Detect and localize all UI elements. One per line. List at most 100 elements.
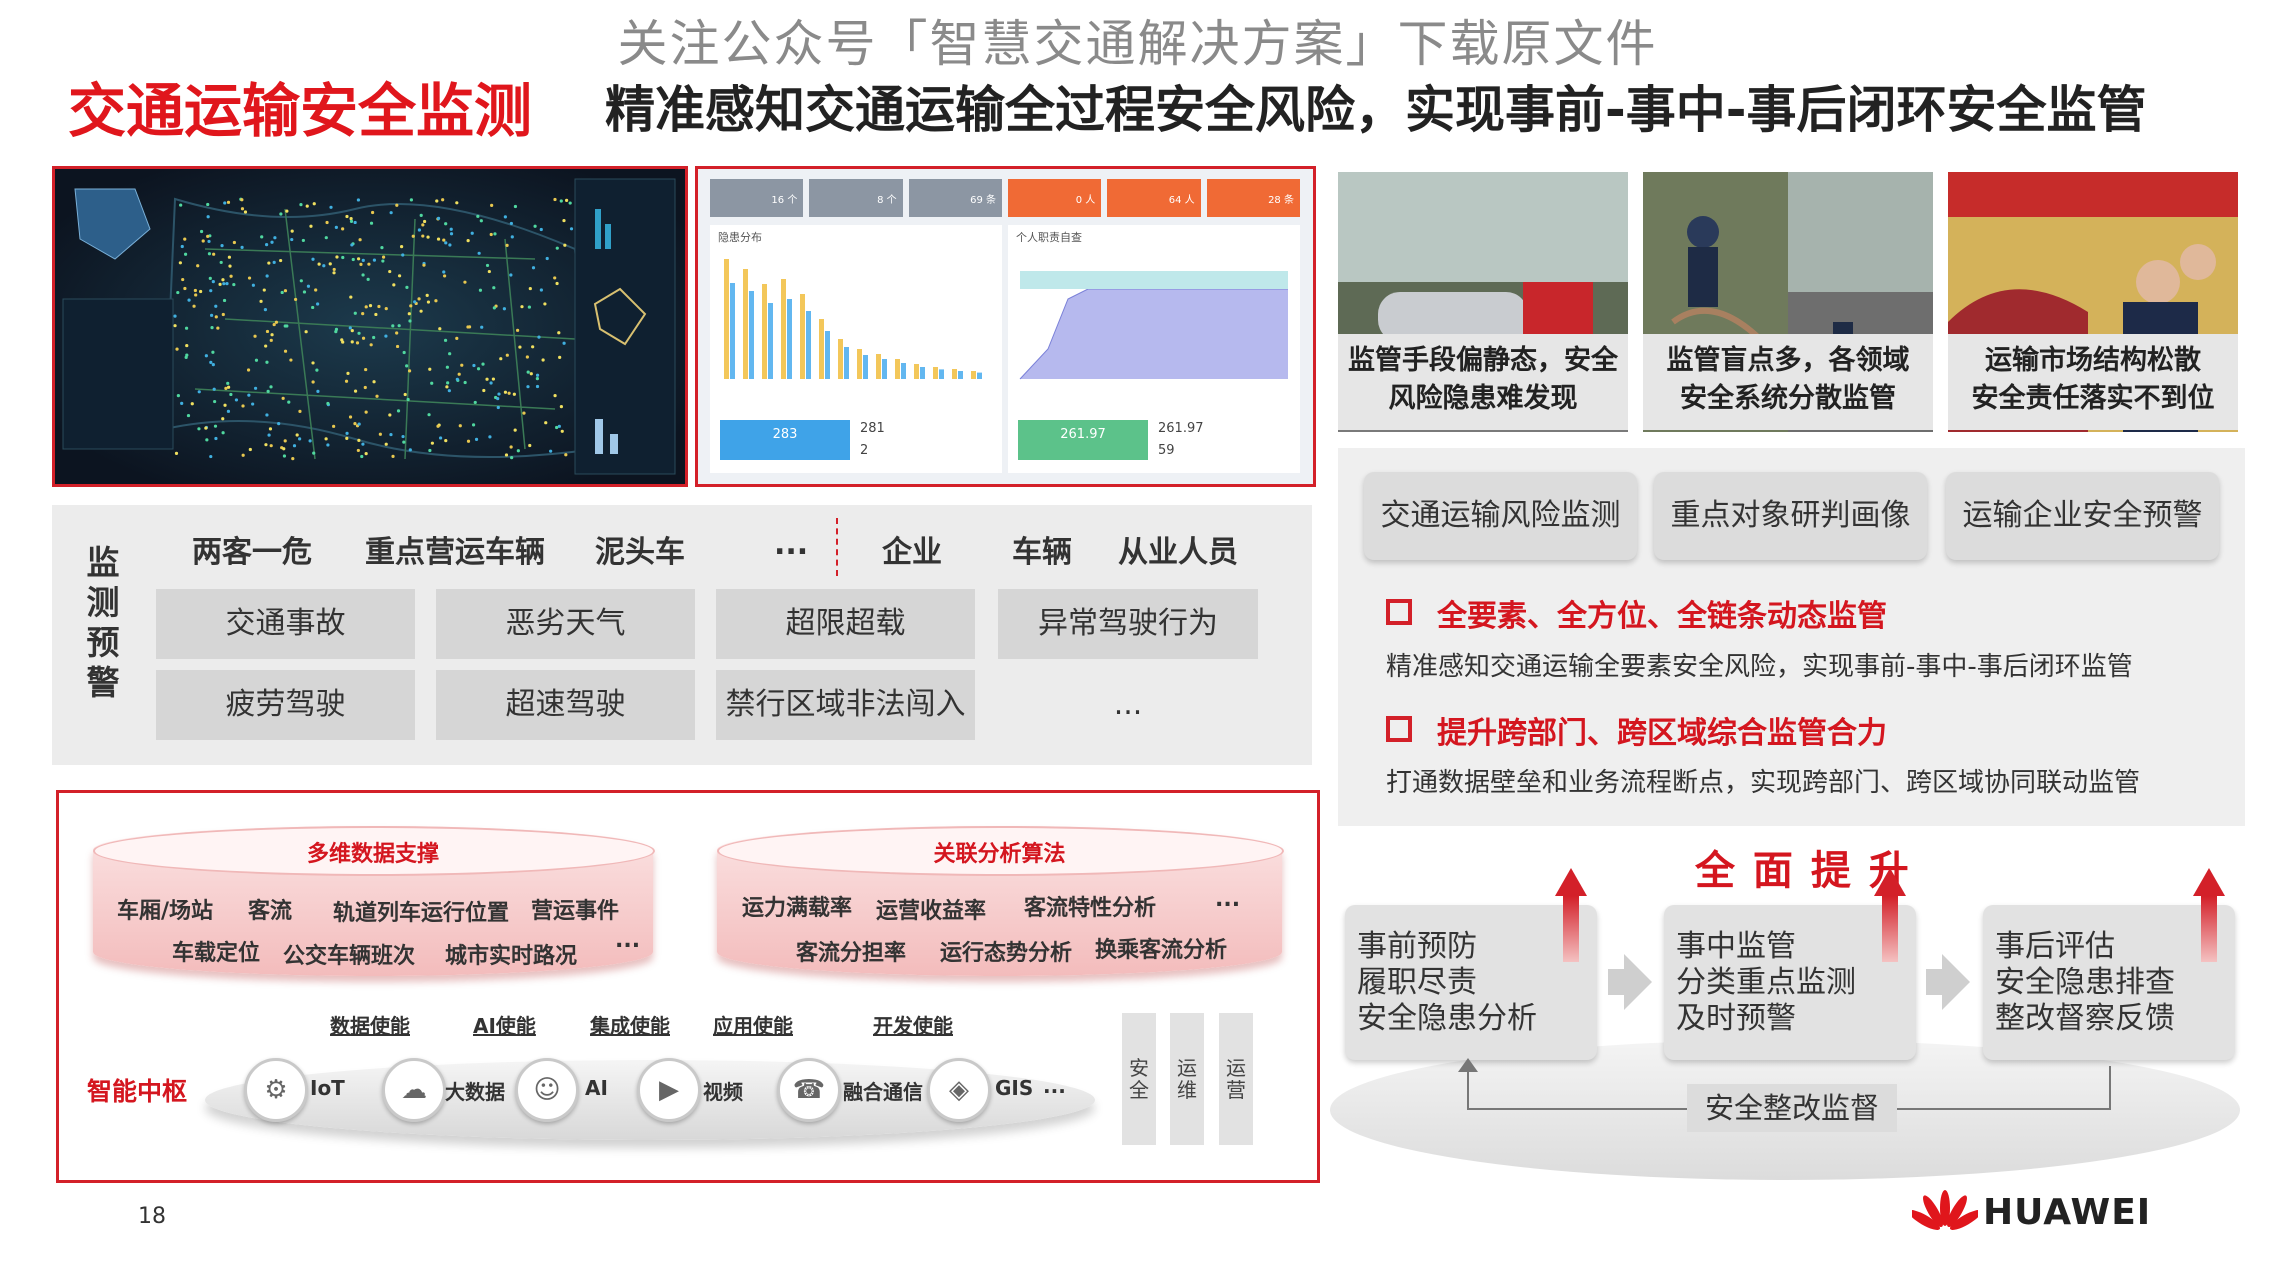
data-item: 城市实时路况 xyxy=(445,944,578,969)
map-dot xyxy=(445,365,449,369)
map-dot xyxy=(201,239,205,243)
map-dot xyxy=(481,362,485,366)
duty-panel: 个人职责自查 261.97 261.97 59 xyxy=(1008,225,1300,473)
map-dot xyxy=(361,312,365,316)
map-dot xyxy=(314,288,318,292)
map-dot xyxy=(503,390,508,394)
stat-card: 28 条 xyxy=(1206,179,1300,217)
map-dot xyxy=(205,438,209,442)
map-dot xyxy=(446,381,450,385)
map-dot xyxy=(543,302,547,306)
map-dot xyxy=(372,380,376,384)
mini-bar xyxy=(749,291,754,379)
map-dot xyxy=(372,258,377,262)
map-dot xyxy=(428,367,432,371)
map-dot xyxy=(480,325,484,329)
map-dot xyxy=(341,227,345,231)
map-dot xyxy=(565,198,569,202)
map-dot xyxy=(247,276,252,280)
map-dot xyxy=(391,454,395,458)
map-dot xyxy=(226,200,231,204)
map-dot xyxy=(346,371,350,375)
map-dot xyxy=(263,308,268,312)
map-dot xyxy=(209,454,213,459)
right-arrow-icon xyxy=(1624,954,1652,1010)
map-dot xyxy=(240,207,245,211)
map-dot xyxy=(562,218,566,223)
map-dot xyxy=(350,340,354,344)
map-dot xyxy=(229,274,233,278)
map-dot xyxy=(308,439,312,443)
data-item: ... xyxy=(615,928,641,953)
enable-label: 数据使能 xyxy=(330,1014,410,1038)
mini-bar xyxy=(863,355,868,379)
map-dot xyxy=(181,277,185,282)
stage-line: 事前预防 xyxy=(1357,929,1477,964)
photo-caption-2: 监管盲点多，各领域 安全系统分散监管 xyxy=(1643,334,1933,430)
map-dot xyxy=(389,211,393,215)
icon-label: 视频 xyxy=(703,1080,743,1104)
photo-caption-1: 监管手段偏静态，安全 风险隐患难发现 xyxy=(1338,334,1628,430)
map-dot xyxy=(212,252,216,256)
caption-line: 运输市场结构松散 xyxy=(1985,345,2201,376)
map-dot xyxy=(557,331,561,335)
map-dot xyxy=(265,413,269,417)
stat-card: 16 个 xyxy=(710,179,804,217)
mini-bar xyxy=(768,303,773,379)
map-dot xyxy=(197,427,201,431)
duty-value-2: 59 xyxy=(1158,443,1175,458)
map-dot xyxy=(361,258,365,262)
algo-item: 运力满载率 xyxy=(742,896,853,921)
map-dot xyxy=(175,347,179,351)
map-dot xyxy=(555,425,559,430)
map-dot xyxy=(183,252,188,256)
map-dot xyxy=(287,400,291,404)
map-dot xyxy=(305,204,309,208)
map-dot xyxy=(324,236,328,240)
map-dot xyxy=(369,221,374,225)
caption-line: 监管手段偏静态，安全 xyxy=(1348,345,1618,376)
map-dot xyxy=(254,358,259,362)
monitor-label-char: 监 xyxy=(86,543,120,582)
map-dot xyxy=(283,324,287,328)
map-dot xyxy=(334,327,339,331)
stage-line: 分类重点监测 xyxy=(1676,965,1856,1000)
map-dot xyxy=(428,448,432,453)
map-dot xyxy=(533,224,537,228)
monitor-item: 禁行区域非法闯入 xyxy=(716,670,975,740)
map-dot xyxy=(535,377,539,381)
map-dot xyxy=(436,424,440,428)
monitor-item: 交通事故 xyxy=(156,589,415,659)
map-dot xyxy=(306,284,311,288)
mini-bar xyxy=(920,367,925,379)
map-dot xyxy=(438,436,443,440)
data-item: 营运事件 xyxy=(531,899,620,924)
map-dot xyxy=(526,370,530,374)
map-dot xyxy=(311,380,315,384)
map-dot xyxy=(240,245,244,249)
mini-bar xyxy=(876,354,881,379)
algo-cylinder-title: 关联分析算法 xyxy=(933,842,1066,867)
map-dot xyxy=(211,350,215,354)
map-dot xyxy=(340,338,344,342)
map-dot xyxy=(324,437,328,441)
map-dot xyxy=(218,282,222,286)
map-dot xyxy=(374,312,378,317)
point-title: 提升跨部门、跨区域综合监管合力 xyxy=(1437,716,1887,751)
hazard-total: 283 xyxy=(720,420,850,460)
map-dot xyxy=(197,390,201,394)
map-dot xyxy=(555,246,559,250)
monitor-label-char: 预 xyxy=(86,623,120,662)
map-dot xyxy=(388,269,392,274)
brand-name: HUAWEI xyxy=(1983,1192,2152,1233)
map-dot xyxy=(335,255,339,259)
video-icon: ▶ xyxy=(637,1058,701,1122)
icon-label: AI xyxy=(585,1076,608,1100)
map-dot xyxy=(274,320,279,324)
map-dot xyxy=(395,344,400,349)
map-dot xyxy=(503,215,507,219)
map-dot xyxy=(228,264,232,268)
map-dot xyxy=(283,349,288,353)
map-dot xyxy=(180,401,184,406)
map-dot xyxy=(427,413,431,417)
